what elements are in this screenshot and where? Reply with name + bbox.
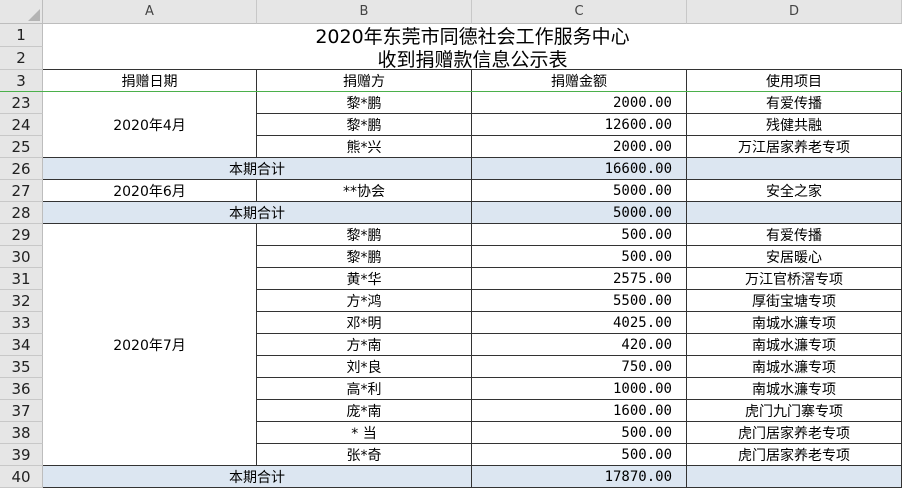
donor-cell[interactable]: 方*南 (257, 334, 472, 356)
amount-cell[interactable]: 500.00 (472, 246, 687, 268)
usage-cell[interactable]: 安全之家 (687, 180, 902, 202)
donor-cell[interactable]: 黄*华 (257, 268, 472, 290)
subtotal-label[interactable]: 本期合计 (43, 466, 472, 488)
amount-cell[interactable]: 5000.00 (472, 180, 687, 202)
donor-cell[interactable]: 邓*明 (257, 312, 472, 334)
amount-cell[interactable]: 420.00 (472, 334, 687, 356)
row-header[interactable]: 24 (0, 114, 43, 136)
header-usage[interactable]: 使用项目 (687, 70, 902, 92)
subtotal-amount[interactable]: 17870.00 (472, 466, 687, 488)
donor-cell[interactable]: 张*奇 (257, 444, 472, 466)
row-header[interactable]: 33 (0, 312, 43, 334)
header-date[interactable]: 捐赠日期 (43, 70, 257, 92)
amount-cell[interactable]: 750.00 (472, 356, 687, 378)
amount-cell[interactable]: 500.00 (472, 444, 687, 466)
usage-cell[interactable]: 南城水濂专项 (687, 378, 902, 400)
usage-cell[interactable] (687, 202, 902, 224)
sheet-title: 2020年东莞市同德社会工作服务中心 (315, 26, 630, 47)
subtotal-amount[interactable]: 5000.00 (472, 202, 687, 224)
donor-cell[interactable]: 刘*良 (257, 356, 472, 378)
donor-cell[interactable]: 黎*鹏 (257, 114, 472, 136)
usage-cell[interactable]: 残健共融 (687, 114, 902, 136)
column-header-b[interactable]: B (257, 0, 472, 24)
usage-cell[interactable]: 虎门居家养老专项 (687, 422, 902, 444)
column-header-a[interactable]: A (43, 0, 257, 24)
usage-cell[interactable]: 安居暖心 (687, 246, 902, 268)
amount-cell[interactable]: 500.00 (472, 224, 687, 246)
row-header[interactable]: 34 (0, 334, 43, 356)
donor-cell[interactable]: 庞*南 (257, 400, 472, 422)
usage-cell[interactable]: 厚街宝塘专项 (687, 290, 902, 312)
amount-cell[interactable]: 5500.00 (472, 290, 687, 312)
usage-cell[interactable]: 万江官桥滘专项 (687, 268, 902, 290)
amount-cell[interactable]: 12600.00 (472, 114, 687, 136)
row-header[interactable]: 3 (0, 70, 43, 92)
row-header[interactable]: 39 (0, 444, 43, 466)
usage-cell[interactable]: 虎门九门寨专项 (687, 400, 902, 422)
row-header[interactable]: 27 (0, 180, 43, 202)
usage-cell[interactable]: 南城水濂专项 (687, 356, 902, 378)
amount-cell[interactable]: 4025.00 (472, 312, 687, 334)
amount-cell[interactable]: 2000.00 (472, 92, 687, 114)
row-header[interactable]: 1 (0, 24, 43, 47)
amount-cell[interactable]: 1000.00 (472, 378, 687, 400)
row-header[interactable]: 36 (0, 378, 43, 400)
usage-cell[interactable]: 有爱传播 (687, 92, 902, 114)
amount-cell[interactable]: 1600.00 (472, 400, 687, 422)
date-cell[interactable]: 2020年6月 (43, 180, 257, 202)
column-header-d[interactable]: D (687, 0, 902, 24)
donor-cell[interactable]: 熊*兴 (257, 136, 472, 158)
sheet-subtitle: 收到捐赠款信息公示表 (43, 47, 902, 70)
donor-cell[interactable]: 方*鸿 (257, 290, 472, 312)
amount-cell[interactable]: 2000.00 (472, 136, 687, 158)
row-header[interactable]: 25 (0, 136, 43, 158)
row-header[interactable]: 30 (0, 246, 43, 268)
date-cell-merged[interactable]: 2020年7月 (43, 224, 257, 466)
row-header[interactable]: 38 (0, 422, 43, 444)
select-all-corner[interactable] (0, 0, 43, 24)
subtotal-label[interactable]: 本期合计 (43, 202, 472, 224)
amount-cell[interactable]: 2575.00 (472, 268, 687, 290)
usage-cell[interactable]: 万江居家养老专项 (687, 136, 902, 158)
row-header[interactable]: 23 (0, 92, 43, 114)
usage-cell[interactable]: 南城水濂专项 (687, 312, 902, 334)
spreadsheet-grid: A B C D 1 2 2020年东莞市同德社会工作服务中心 收到捐赠款信息公示表 3 捐赠日期捐… (0, 0, 902, 489)
row-header[interactable]: 37 (0, 400, 43, 422)
usage-cell[interactable]: 有爱传播 (687, 224, 902, 246)
subtotal-amount[interactable]: 16600.00 (472, 158, 687, 180)
row-header[interactable]: 35 (0, 356, 43, 378)
row-header[interactable]: 40 (0, 466, 43, 488)
usage-cell[interactable] (687, 466, 902, 488)
subtotal-label[interactable]: 本期合计 (43, 158, 472, 180)
column-header-c[interactable]: C (472, 0, 687, 24)
header-donor[interactable]: 捐赠方 (257, 70, 472, 92)
header-amount[interactable]: 捐赠金额 (472, 70, 687, 92)
donor-cell[interactable]: 高*利 (257, 378, 472, 400)
amount-cell[interactable]: 500.00 (472, 422, 687, 444)
row-header[interactable]: 2 (0, 47, 43, 70)
row-header[interactable]: 29 (0, 224, 43, 246)
usage-cell[interactable]: 南城水濂专项 (687, 334, 902, 356)
donor-cell[interactable]: 黎*鹏 (257, 92, 472, 114)
row-header[interactable]: 32 (0, 290, 43, 312)
row-header[interactable]: 26 (0, 158, 43, 180)
row-header[interactable]: 31 (0, 268, 43, 290)
date-cell-merged[interactable]: 2020年4月 (43, 92, 257, 158)
donor-cell[interactable]: 黎*鹏 (257, 246, 472, 268)
usage-cell[interactable] (687, 158, 902, 180)
select-all-triangle-icon (28, 9, 40, 21)
donor-cell[interactable]: 黎*鹏 (257, 224, 472, 246)
usage-cell[interactable]: 虎门居家养老专项 (687, 444, 902, 466)
row-header[interactable]: 28 (0, 202, 43, 224)
donor-cell[interactable]: **协会 (257, 180, 472, 202)
donor-cell[interactable]: * 当 (257, 422, 472, 444)
